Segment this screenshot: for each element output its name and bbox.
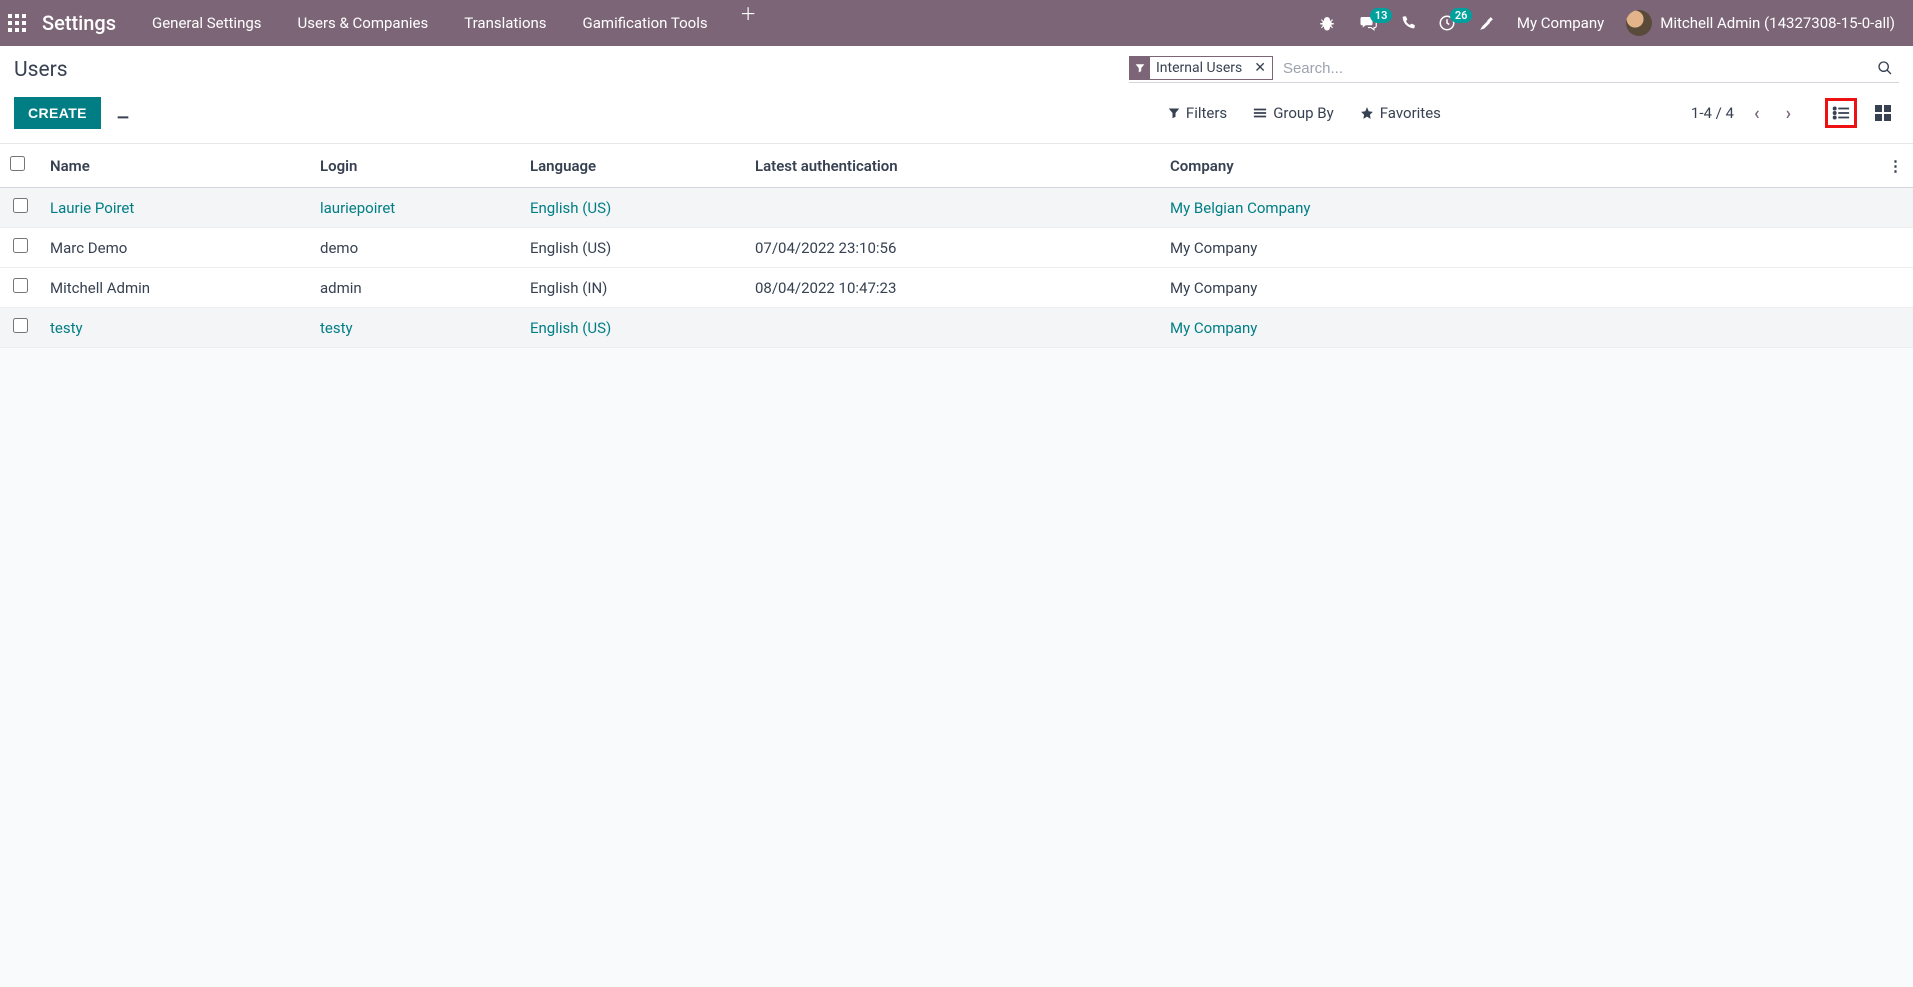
- tools-icon[interactable]: [1478, 15, 1495, 32]
- col-language[interactable]: Language: [520, 144, 745, 188]
- cell-language: English (US): [520, 188, 745, 228]
- table-row[interactable]: Mitchell AdminadminEnglish (IN)08/04/202…: [0, 268, 1913, 308]
- list-view: Name Login Language Latest authenticatio…: [0, 144, 1913, 987]
- facet-remove-icon[interactable]: ✕: [1248, 57, 1272, 79]
- download-icon[interactable]: [115, 105, 131, 121]
- nav-plus-icon[interactable]: ＋: [726, 0, 771, 46]
- view-switcher: [1825, 98, 1899, 128]
- control-panel: Users Internal Users ✕ CREATE Fil: [0, 46, 1913, 144]
- cell-latest_auth: [745, 308, 1160, 348]
- cell-language: English (IN): [520, 268, 745, 308]
- col-options[interactable]: ⋮: [1878, 144, 1913, 188]
- searchbar: Internal Users ✕: [1129, 56, 1899, 83]
- row-checkbox-cell: [0, 268, 40, 308]
- facet-label: Internal Users: [1150, 57, 1248, 79]
- cell-company: My Belgian Company: [1160, 188, 1878, 228]
- cell-name: Marc Demo: [40, 228, 310, 268]
- create-button[interactable]: CREATE: [14, 97, 101, 129]
- cell-latest_auth: 07/04/2022 23:10:56: [745, 228, 1160, 268]
- row-checkbox[interactable]: [13, 198, 28, 213]
- favorites-label: Favorites: [1380, 104, 1441, 122]
- search-icon[interactable]: [1871, 60, 1899, 76]
- cell-latest_auth: [745, 188, 1160, 228]
- header-checkbox-cell: [0, 144, 40, 188]
- pager: 1-4 / 4 ‹ ›: [1691, 103, 1797, 124]
- messaging-icon[interactable]: 13: [1358, 14, 1378, 32]
- row-checkbox-cell: [0, 228, 40, 268]
- apps-icon[interactable]: [8, 14, 38, 32]
- cell-name: Mitchell Admin: [40, 268, 310, 308]
- pager-text: 1-4 / 4: [1691, 104, 1734, 122]
- search-input[interactable]: [1279, 58, 1871, 79]
- user-label: Mitchell Admin (14327308-15-0-all): [1660, 14, 1895, 32]
- page-title: Users: [14, 58, 68, 82]
- search-facet: Internal Users ✕: [1129, 56, 1273, 80]
- cell-login: admin: [310, 268, 520, 308]
- phone-icon[interactable]: [1400, 15, 1416, 31]
- row-checkbox[interactable]: [13, 278, 28, 293]
- cell-latest_auth: 08/04/2022 10:47:23: [745, 268, 1160, 308]
- avatar: [1626, 10, 1652, 36]
- search-options: Filters Group By Favorites: [1168, 104, 1441, 122]
- filters-label: Filters: [1186, 104, 1227, 122]
- systray: 13 26 My Company Mitchell Admin (1432730…: [1318, 10, 1905, 36]
- cell-name: testy: [40, 308, 310, 348]
- row-checkbox-cell: [0, 308, 40, 348]
- col-login[interactable]: Login: [310, 144, 520, 188]
- cell-login: demo: [310, 228, 520, 268]
- kanban-view-button[interactable]: [1867, 98, 1899, 128]
- row-checkbox-cell: [0, 188, 40, 228]
- table-row[interactable]: Marc DemodemoEnglish (US)07/04/2022 23:1…: [0, 228, 1913, 268]
- col-latest-auth[interactable]: Latest authentication: [745, 144, 1160, 188]
- messaging-badge: 13: [1370, 8, 1393, 23]
- cell-login: testy: [310, 308, 520, 348]
- activity-icon[interactable]: 26: [1438, 14, 1456, 32]
- nav-item-users-companies[interactable]: Users & Companies: [280, 0, 447, 46]
- list-view-button[interactable]: [1825, 98, 1857, 128]
- company-switcher[interactable]: My Company: [1517, 14, 1604, 32]
- nav-item-gamification-tools[interactable]: Gamification Tools: [565, 0, 726, 46]
- filters-dropdown[interactable]: Filters: [1168, 104, 1227, 122]
- col-name[interactable]: Name: [40, 144, 310, 188]
- topnav: Settings General Settings Users & Compan…: [0, 0, 1913, 46]
- app-title[interactable]: Settings: [42, 11, 116, 35]
- table-row[interactable]: testytestyEnglish (US)My Company: [0, 308, 1913, 348]
- row-spacer: [1878, 268, 1913, 308]
- activity-badge: 26: [1450, 8, 1473, 23]
- debug-icon[interactable]: [1318, 14, 1336, 32]
- cell-login: lauriepoiret: [310, 188, 520, 228]
- row-spacer: [1878, 188, 1913, 228]
- cell-company: My Company: [1160, 308, 1878, 348]
- row-spacer: [1878, 308, 1913, 348]
- cell-language: English (US): [520, 228, 745, 268]
- favorites-dropdown[interactable]: Favorites: [1360, 104, 1441, 122]
- col-company[interactable]: Company: [1160, 144, 1878, 188]
- user-menu[interactable]: Mitchell Admin (14327308-15-0-all): [1626, 10, 1895, 36]
- pager-next-icon[interactable]: ›: [1780, 103, 1797, 124]
- nav-menu: General Settings Users & Companies Trans…: [134, 0, 771, 46]
- table-header-row: Name Login Language Latest authenticatio…: [0, 144, 1913, 188]
- row-checkbox[interactable]: [13, 238, 28, 253]
- groupby-label: Group By: [1273, 104, 1334, 122]
- row-checkbox[interactable]: [13, 318, 28, 333]
- select-all-checkbox[interactable]: [10, 156, 25, 171]
- cell-company: My Company: [1160, 268, 1878, 308]
- table-row[interactable]: Laurie PoiretlauriepoiretEnglish (US) My …: [0, 188, 1913, 228]
- row-spacer: [1878, 228, 1913, 268]
- cell-name: Laurie Poiret: [40, 188, 310, 228]
- cell-company: My Company: [1160, 228, 1878, 268]
- pager-prev-icon[interactable]: ‹: [1748, 103, 1766, 124]
- users-table: Name Login Language Latest authenticatio…: [0, 144, 1913, 348]
- nav-item-translations[interactable]: Translations: [446, 0, 564, 46]
- company-label: My Company: [1517, 14, 1604, 32]
- cell-language: English (US): [520, 308, 745, 348]
- groupby-dropdown[interactable]: Group By: [1253, 104, 1334, 122]
- nav-item-general-settings[interactable]: General Settings: [134, 0, 280, 46]
- filter-icon: [1130, 57, 1150, 79]
